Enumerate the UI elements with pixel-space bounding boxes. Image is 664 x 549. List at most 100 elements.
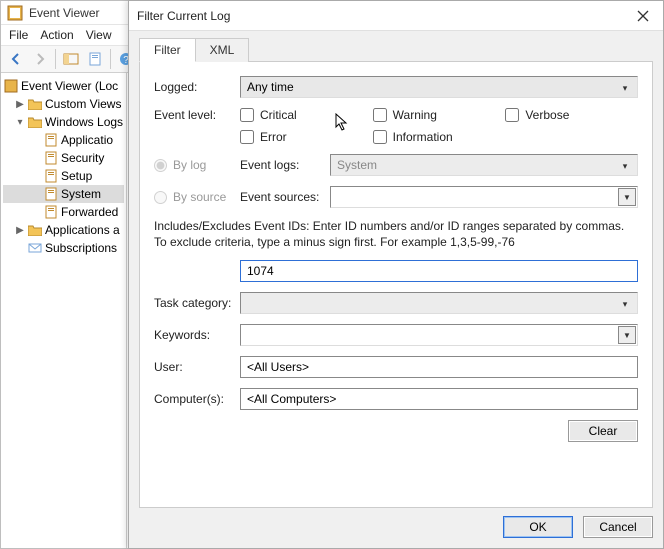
help-text: Includes/Excludes Event IDs: Enter ID nu… bbox=[154, 218, 638, 250]
row-event-level: Event level: Critical Warning Verbose Er… bbox=[154, 108, 638, 144]
label-eventlevel: Event level: bbox=[154, 108, 240, 122]
ok-button[interactable]: OK bbox=[503, 516, 573, 538]
dialog-body: Filter XML Logged: Any time ▾ Event leve… bbox=[129, 31, 663, 518]
log-icon bbox=[43, 169, 59, 183]
tree-system[interactable]: System bbox=[3, 185, 124, 203]
dialog-title: Filter Current Log bbox=[137, 9, 623, 23]
folder-icon bbox=[27, 97, 43, 111]
expander-icon[interactable]: ▶ bbox=[15, 225, 25, 236]
tree-setup[interactable]: Setup bbox=[3, 167, 124, 185]
checkbox-error[interactable]: Error bbox=[240, 130, 373, 144]
label-eventlogs: Event logs: bbox=[240, 158, 330, 172]
checkbox-information[interactable]: Information bbox=[373, 130, 506, 144]
computers-input[interactable] bbox=[240, 388, 638, 410]
eventlogs-value: System bbox=[337, 158, 377, 172]
app-icon bbox=[7, 5, 23, 21]
back-button[interactable] bbox=[5, 48, 27, 70]
checkbox-input[interactable] bbox=[240, 108, 254, 122]
dialog-titlebar[interactable]: Filter Current Log bbox=[129, 1, 663, 31]
row-task: Task category: ▾ bbox=[154, 292, 638, 314]
label-logged: Logged: bbox=[154, 80, 240, 94]
filter-dialog: Filter Current Log Filter XML Logged: An… bbox=[128, 0, 664, 549]
user-input[interactable] bbox=[240, 356, 638, 378]
subscriptions-icon bbox=[27, 241, 43, 255]
logged-select[interactable]: Any time ▾ bbox=[240, 76, 638, 98]
tree-security-label: Security bbox=[61, 151, 104, 165]
radio-bysource: By source bbox=[154, 190, 240, 204]
tree-security[interactable]: Security bbox=[3, 149, 124, 167]
tree-appsrv-label: Applications a bbox=[45, 223, 120, 237]
radio-input bbox=[154, 159, 167, 172]
tree-root[interactable]: Event Viewer (Loc bbox=[3, 77, 124, 95]
clear-row: Clear bbox=[154, 420, 638, 442]
toolbar-sep-2 bbox=[110, 49, 111, 69]
row-user: User: bbox=[154, 356, 638, 378]
eventlogs-select: System ▾ bbox=[330, 154, 638, 176]
clear-button[interactable]: Clear bbox=[568, 420, 638, 442]
checkbox-input[interactable] bbox=[373, 130, 387, 144]
tree-custom-views[interactable]: ▶ Custom Views bbox=[3, 95, 124, 113]
nav-tree[interactable]: Event Viewer (Loc ▶ Custom Views ▾ Windo… bbox=[1, 73, 127, 548]
eventviewer-icon bbox=[3, 79, 19, 93]
task-select: ▾ bbox=[240, 292, 638, 314]
row-bysource: By source Event sources: ▼ bbox=[154, 186, 638, 208]
chevron-down-icon: ▾ bbox=[617, 296, 633, 312]
tab-xml[interactable]: XML bbox=[195, 38, 250, 62]
menu-file[interactable]: File bbox=[9, 28, 28, 42]
tree-apps-services[interactable]: ▶ Applications a bbox=[3, 221, 124, 239]
tree-subs-label: Subscriptions bbox=[45, 241, 117, 255]
logged-value: Any time bbox=[247, 80, 294, 94]
log-icon bbox=[43, 205, 59, 219]
eventsources-select[interactable]: ▼ bbox=[330, 186, 638, 208]
row-keywords: Keywords: ▼ bbox=[154, 324, 638, 346]
label-task: Task category: bbox=[154, 296, 240, 310]
close-icon bbox=[637, 10, 649, 22]
forward-button[interactable] bbox=[29, 48, 51, 70]
event-level-group: Critical Warning Verbose Error Informati… bbox=[240, 108, 638, 144]
checkbox-critical[interactable]: Critical bbox=[240, 108, 373, 122]
eventid-input[interactable] bbox=[240, 260, 638, 282]
checkbox-label: Error bbox=[260, 130, 287, 144]
cancel-button[interactable]: Cancel bbox=[583, 516, 653, 538]
row-bylog: By log Event logs: System ▾ bbox=[154, 154, 638, 176]
tree-custom-label: Custom Views bbox=[45, 97, 121, 111]
tree-forwarded-label: Forwarded bbox=[61, 205, 118, 219]
tree-setup-label: Setup bbox=[61, 169, 92, 183]
menu-action[interactable]: Action bbox=[40, 28, 73, 42]
tree-subscriptions[interactable]: Subscriptions bbox=[3, 239, 124, 257]
tree-application[interactable]: Applicatio bbox=[3, 131, 124, 149]
chevron-down-icon: ▼ bbox=[618, 326, 636, 344]
expander-icon[interactable]: ▾ bbox=[15, 117, 25, 128]
tree-winlogs-label: Windows Logs bbox=[45, 115, 123, 129]
log-icon bbox=[43, 187, 59, 201]
checkbox-input[interactable] bbox=[373, 108, 387, 122]
close-button[interactable] bbox=[623, 1, 663, 31]
folder-icon bbox=[27, 223, 43, 237]
tree-root-label: Event Viewer (Loc bbox=[21, 79, 118, 93]
keywords-select[interactable]: ▼ bbox=[240, 324, 638, 346]
row-computers: Computer(s): bbox=[154, 388, 638, 410]
radio-label: By log bbox=[173, 158, 206, 172]
checkbox-input[interactable] bbox=[240, 130, 254, 144]
chevron-down-icon: ▼ bbox=[618, 188, 636, 206]
label-computers: Computer(s): bbox=[154, 392, 240, 406]
log-icon bbox=[43, 133, 59, 147]
expander-icon[interactable]: ▶ bbox=[15, 99, 25, 110]
tree-windows-logs[interactable]: ▾ Windows Logs bbox=[3, 113, 124, 131]
label-user: User: bbox=[154, 360, 240, 374]
tree-system-label: System bbox=[61, 187, 101, 201]
properties-button[interactable] bbox=[84, 48, 106, 70]
radio-input bbox=[154, 191, 167, 204]
main-title: Event Viewer bbox=[29, 6, 99, 20]
checkbox-verbose[interactable]: Verbose bbox=[505, 108, 638, 122]
folder-icon bbox=[27, 115, 43, 129]
checkbox-input[interactable] bbox=[505, 108, 519, 122]
tab-filter[interactable]: Filter bbox=[139, 38, 196, 62]
tab-panel: Logged: Any time ▾ Event level: Critical… bbox=[139, 62, 653, 508]
menu-view[interactable]: View bbox=[86, 28, 112, 42]
tab-row: Filter XML bbox=[139, 37, 653, 62]
tree-forwarded[interactable]: Forwarded bbox=[3, 203, 124, 221]
checkbox-warning[interactable]: Warning bbox=[373, 108, 506, 122]
radio-bylog: By log bbox=[154, 158, 240, 172]
show-tree-button[interactable] bbox=[60, 48, 82, 70]
